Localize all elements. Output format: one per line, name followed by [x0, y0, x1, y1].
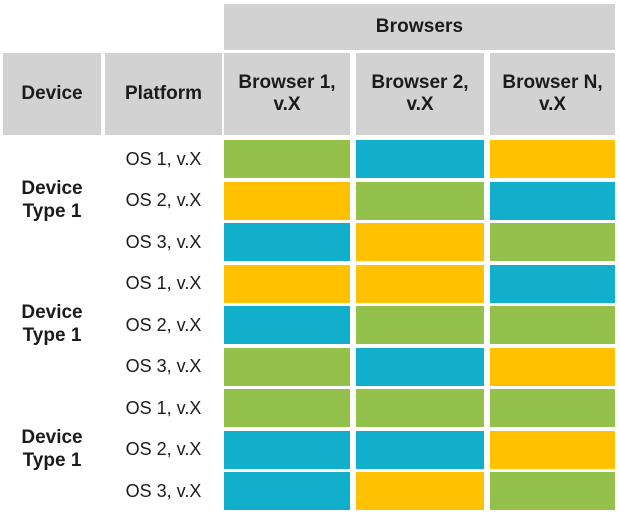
result-cell[interactable]: [356, 389, 484, 427]
browser-compatibility-matrix: Browsers Device Platform Browser 1, v.X …: [0, 0, 620, 520]
result-cell[interactable]: [224, 347, 350, 386]
column-header-browser-2: Browser 2, v.X: [356, 53, 484, 135]
result-cell[interactable]: [490, 389, 615, 427]
result-cell[interactable]: [356, 264, 484, 303]
platform-label: OS 1, v.X: [125, 273, 202, 293]
device-group-label: Device Type 1: [21, 302, 83, 346]
column-header-device: Device: [3, 53, 101, 135]
result-cell[interactable]: [224, 223, 350, 261]
result-cell[interactable]: [224, 181, 350, 220]
result-cell[interactable]: [490, 181, 615, 220]
result-cell[interactable]: [490, 347, 615, 386]
device-group-label: Device Type 1: [21, 177, 83, 222]
column-header-browser-n: Browser N, v.X: [490, 53, 615, 135]
platform-label: OS 3, v.X: [125, 231, 202, 252]
platform-label: OS 1, v.X: [125, 397, 202, 418]
column-header-browser-1: Browser 1, v.X: [224, 53, 350, 135]
result-cell[interactable]: [224, 264, 350, 303]
result-cell[interactable]: [490, 264, 615, 303]
result-cell[interactable]: [356, 223, 484, 261]
result-cell[interactable]: [356, 430, 484, 469]
result-cell[interactable]: [356, 472, 484, 510]
result-cell[interactable]: [224, 472, 350, 510]
platform-label: OS 2, v.X: [125, 190, 202, 210]
column-header-platform: Platform: [105, 53, 222, 135]
result-cell[interactable]: [224, 430, 350, 469]
result-cell[interactable]: [224, 306, 350, 344]
browsers-span-header: Browsers: [224, 4, 615, 50]
result-cell[interactable]: [490, 430, 615, 469]
result-cell[interactable]: [490, 306, 615, 344]
result-cell[interactable]: [490, 472, 615, 510]
result-cell[interactable]: [356, 140, 484, 178]
result-cell[interactable]: [356, 181, 484, 220]
result-cell[interactable]: [224, 389, 350, 427]
platform-label: OS 1, v.X: [125, 148, 202, 169]
platform-label: OS 2, v.X: [125, 439, 202, 459]
result-cell[interactable]: [224, 140, 350, 178]
result-cell[interactable]: [356, 347, 484, 386]
platform-label: OS 3, v.X: [125, 480, 202, 501]
platform-label: OS 2, v.X: [125, 314, 202, 335]
result-cell[interactable]: [490, 140, 615, 178]
result-cell[interactable]: [490, 223, 615, 261]
result-cell[interactable]: [356, 306, 484, 344]
device-group-label: Device Type 1: [21, 426, 83, 471]
platform-label: OS 3, v.X: [125, 356, 202, 376]
